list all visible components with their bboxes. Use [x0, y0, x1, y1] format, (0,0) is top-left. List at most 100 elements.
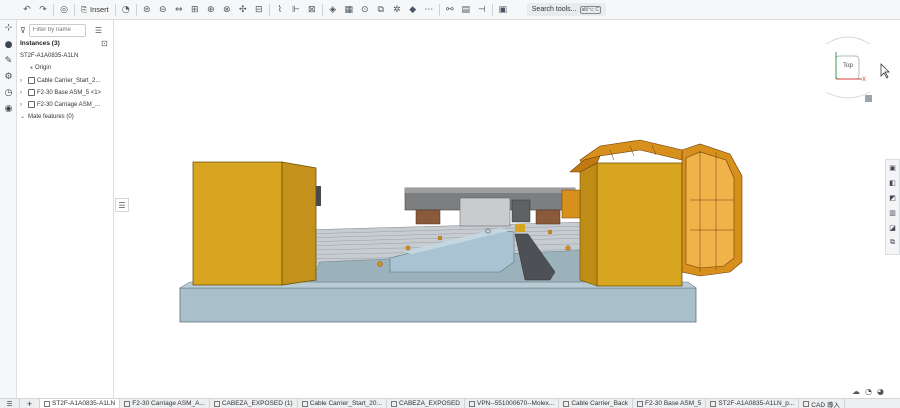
toolbar-divider [74, 3, 75, 16]
toolbar-divider [114, 3, 116, 16]
width-mate-icon[interactable]: ⊩ [288, 2, 304, 18]
panel-collapse-icon[interactable]: ☰ [115, 198, 129, 212]
properties-icon[interactable]: ✎ [2, 54, 15, 67]
fastened-mate-icon[interactable]: ⊜ [139, 2, 155, 18]
tree-item-base-asm[interactable]: › F2-30 Base ASM_5 <1> [20, 89, 101, 96]
pin-slot-mate-icon[interactable]: ⊗ [219, 2, 235, 18]
redo-icon[interactable]: ↷ [35, 2, 51, 18]
section-view-icon[interactable]: ⊣ [474, 2, 490, 18]
toolbar-divider [438, 3, 440, 16]
right-motor-block [596, 162, 683, 287]
mate-connector-icon[interactable]: ◈ [325, 2, 341, 18]
tangent-mate-icon[interactable]: ⌇ [272, 2, 288, 18]
tab-cable-carrier-start[interactable]: Cable Carrier_Start_20... [298, 399, 387, 408]
cloud-icon[interactable]: ☁ [852, 387, 860, 396]
view-cube-top-label[interactable]: Top [838, 63, 858, 69]
tab-cabeza-1[interactable]: CABEZA_EXPOSED (1) [210, 399, 298, 408]
part-tab-icon [124, 400, 131, 407]
revolute-mate-icon[interactable]: ⊖ [155, 2, 171, 18]
parallel-mate-icon[interactable]: ⊟ [251, 2, 267, 18]
mate-icon[interactable]: ⊹ [2, 21, 15, 34]
add-tab-button[interactable]: + [20, 399, 40, 408]
screw-relation-icon[interactable]: ⋯ [421, 2, 437, 18]
slider-mate-icon[interactable]: ⇔ [171, 2, 187, 18]
filter-icon[interactable]: ⊽ [20, 26, 26, 35]
tab-cable-carrier-back[interactable]: Cable Carrier_Back [559, 399, 634, 408]
tab-base-asm[interactable]: F2-30 Base ASM_5 [633, 399, 707, 408]
configurations-icon[interactable]: ⚙ [2, 70, 15, 83]
tree-item-label: F2-30 Base ASM_5 <1> [37, 89, 102, 96]
linear-pattern-icon[interactable]: ▦ [341, 2, 357, 18]
replicate-icon[interactable]: ⧉ [373, 2, 389, 18]
display-states-icon[interactable]: ▣ [495, 2, 511, 18]
hide-show-icon[interactable]: ◪ [886, 221, 899, 234]
tree-item-assembly[interactable]: ST2F-A1A0835-A1LN [20, 53, 78, 59]
tab-assembly-p[interactable]: ST2F-A1A0835-A1LN_p... [706, 399, 800, 408]
measure-icon[interactable]: ▤ [458, 2, 474, 18]
instances-panel: ⊽ ☰ Instances (3) ⊡ ST2F-A1A0835-A1LN ● … [17, 20, 114, 398]
planar-mate-icon[interactable]: ⊞ [187, 2, 203, 18]
tab-label: F2-30 Carriage ASM_A... [132, 400, 205, 407]
rack-pinion-icon[interactable]: ◆ [405, 2, 421, 18]
insert-button[interactable]: ⎘ Insert [77, 2, 113, 18]
appearance-icon[interactable]: ▣ [886, 161, 899, 174]
tab-cabeza[interactable]: CABEZA_EXPOSED [387, 399, 465, 408]
list-view-icon[interactable]: ☰ [95, 26, 102, 35]
part-tab-icon [301, 400, 308, 407]
named-views-icon[interactable]: ▥ [886, 206, 899, 219]
tab-vpn-molex[interactable]: VPN--551000670--Molex... [465, 399, 560, 408]
tab-assembly[interactable]: ST2F-A1A0835-A1LN [40, 399, 121, 408]
search-parts-icon[interactable]: ◉ [2, 102, 15, 115]
chevron-right-icon[interactable]: › [20, 78, 26, 84]
tree-item-carriage-asm[interactable]: › F2-30 Carriage ASM_... [20, 101, 100, 108]
tree-item-cable-carrier[interactable]: › Cable Carrier_Start_2... [20, 77, 100, 84]
explode-icon[interactable]: ◎ [56, 2, 72, 18]
chevron-down-icon[interactable]: ⌄ [20, 113, 26, 120]
part-tab-icon [469, 400, 475, 407]
tab-label: CAD 導入 [811, 401, 840, 408]
tab-label: Cable Carrier_Back [571, 400, 629, 407]
tab-menu-icon[interactable]: ☰ [0, 399, 20, 408]
search-shortcut-badge: alt/⌥ C [579, 5, 601, 14]
filter-input[interactable] [28, 23, 86, 37]
insert-part-icon[interactable]: ⊡ [101, 39, 108, 48]
insert-icon: ⎘ [81, 4, 87, 14]
part-tab-icon [390, 400, 397, 407]
graphics-viewport[interactable] [115, 20, 900, 398]
origin-icon: ● [30, 65, 34, 71]
toolbar-divider [53, 3, 54, 16]
cut-icon[interactable]: ◔ [118, 2, 134, 18]
chevron-right-icon[interactable]: › [20, 102, 26, 108]
undo-icon[interactable]: ↶ [19, 2, 35, 18]
tab-carriage-asm[interactable]: F2-30 Carriage ASM_A... [120, 399, 210, 408]
cylindrical-mate-icon[interactable]: ⊕ [203, 2, 219, 18]
assembly-tab-icon [44, 400, 50, 407]
chevron-right-icon[interactable]: › [20, 90, 26, 96]
tab-label: CABEZA_EXPOSED (1) [221, 400, 293, 407]
tab-cad-import[interactable]: CAD 導入 [799, 399, 845, 408]
tree-item-mate-features[interactable]: ⌄ Mate features (0) [20, 113, 74, 121]
group-icon[interactable]: ⊠ [304, 2, 320, 18]
ball-mate-icon[interactable]: ✣ [235, 2, 251, 18]
history-icon[interactable]: ◷ [2, 86, 15, 99]
help-icon[interactable]: ◕ [877, 387, 884, 396]
search-tools-button[interactable]: Search tools... alt/⌥ C [526, 3, 606, 16]
base-plate [179, 287, 697, 323]
gear-relation-icon[interactable]: ✲ [389, 2, 405, 18]
tree-item-label: Mate features (0) [28, 113, 74, 120]
instances-title: Instances (3) [20, 40, 60, 47]
right-tool-strip: ▣ ◧ ◩ ▥ ◪ ⧉ [885, 159, 900, 255]
main-toolbar: ↶ ↷ ◎ ⎘ Insert ◔ ⊜ ⊖ ⇔ ⊞ ⊕ ⊗ ✣ ⊟ ⌇ ⊩ ⊠ ◈… [0, 0, 900, 20]
section-icon[interactable]: ◩ [886, 191, 899, 204]
tab-label: CABEZA_EXPOSED [398, 400, 460, 407]
linear-relation-icon[interactable]: ⚯ [442, 2, 458, 18]
exploded-view-icon[interactable]: ⧉ [886, 236, 899, 249]
circular-pattern-icon[interactable]: ⊙ [357, 2, 373, 18]
left-motor-block [192, 161, 283, 286]
render-mode-icon[interactable]: ◧ [886, 176, 899, 189]
axis-x-label: X [862, 77, 867, 83]
tab-label: ST2F-A1A0835-A1LN [52, 400, 116, 407]
comments-icon[interactable]: ● [2, 38, 15, 51]
notification-icon[interactable]: ◔ [865, 387, 872, 396]
tree-item-origin[interactable]: ● Origin [30, 65, 51, 71]
